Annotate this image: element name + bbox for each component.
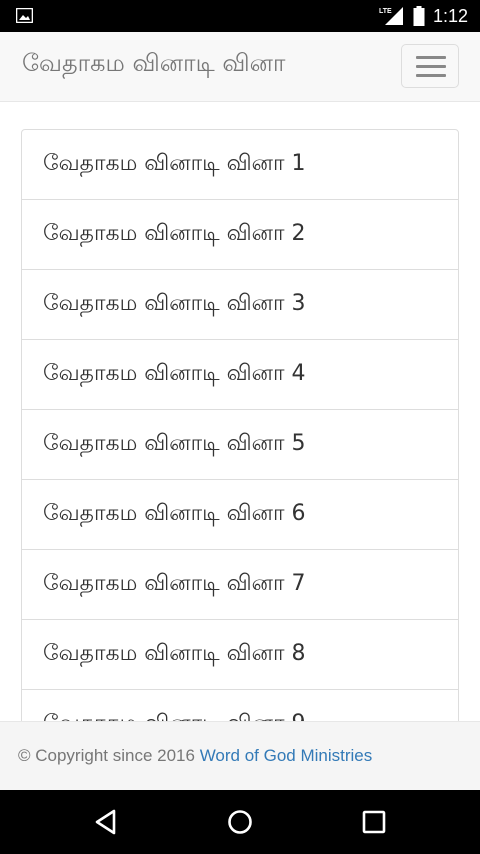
quiz-list-item[interactable]: வேதாகம வினாடி வினா 3 <box>22 270 458 340</box>
quiz-list-item[interactable]: வேதாகம வினாடி வினா 4 <box>22 340 458 410</box>
quiz-list-item[interactable]: வேதாகம வினாடி வினா 7 <box>22 550 458 620</box>
footer: © Copyright since 2016 Word of God Minis… <box>0 721 480 790</box>
quiz-list-item[interactable]: வேதாகம வினாடி வினா 6 <box>22 480 458 550</box>
gallery-notification-icon <box>16 8 33 23</box>
quiz-list-item[interactable]: வேதாகம வினாடி வினா 2 <box>22 200 458 270</box>
home-circle-icon[interactable] <box>226 808 254 836</box>
quiz-list-item[interactable]: வேதாகம வினாடி வினா 5 <box>22 410 458 480</box>
org-link[interactable]: Word of God Ministries <box>200 746 373 765</box>
system-nav-bar <box>0 790 480 854</box>
status-bar: LTE 1:12 <box>0 0 480 32</box>
navbar: வேதாகம வினாடி வினா <box>0 32 480 102</box>
quiz-list: வேதாகம வினாடி வினா 1 வேதாகம வினாடி வினா … <box>21 129 459 761</box>
battery-icon <box>413 6 425 26</box>
recents-square-icon[interactable] <box>360 808 388 836</box>
copyright-notice: © Copyright since 2016 Word of God Minis… <box>18 746 372 766</box>
lte-signal-icon: LTE <box>379 7 403 25</box>
copyright-text: © Copyright since 2016 <box>18 746 200 765</box>
clock: 1:12 <box>432 5 468 26</box>
quiz-list-item[interactable]: வேதாகம வினாடி வினா 1 <box>22 130 458 200</box>
quiz-list-item[interactable]: வேதாகம வினாடி வினா 8 <box>22 620 458 690</box>
back-triangle-icon[interactable] <box>92 808 120 836</box>
navbar-brand[interactable]: வேதாகம வினாடி வினா <box>22 49 285 80</box>
svg-text:LTE: LTE <box>379 8 392 15</box>
menu-toggle-button[interactable] <box>401 44 459 88</box>
